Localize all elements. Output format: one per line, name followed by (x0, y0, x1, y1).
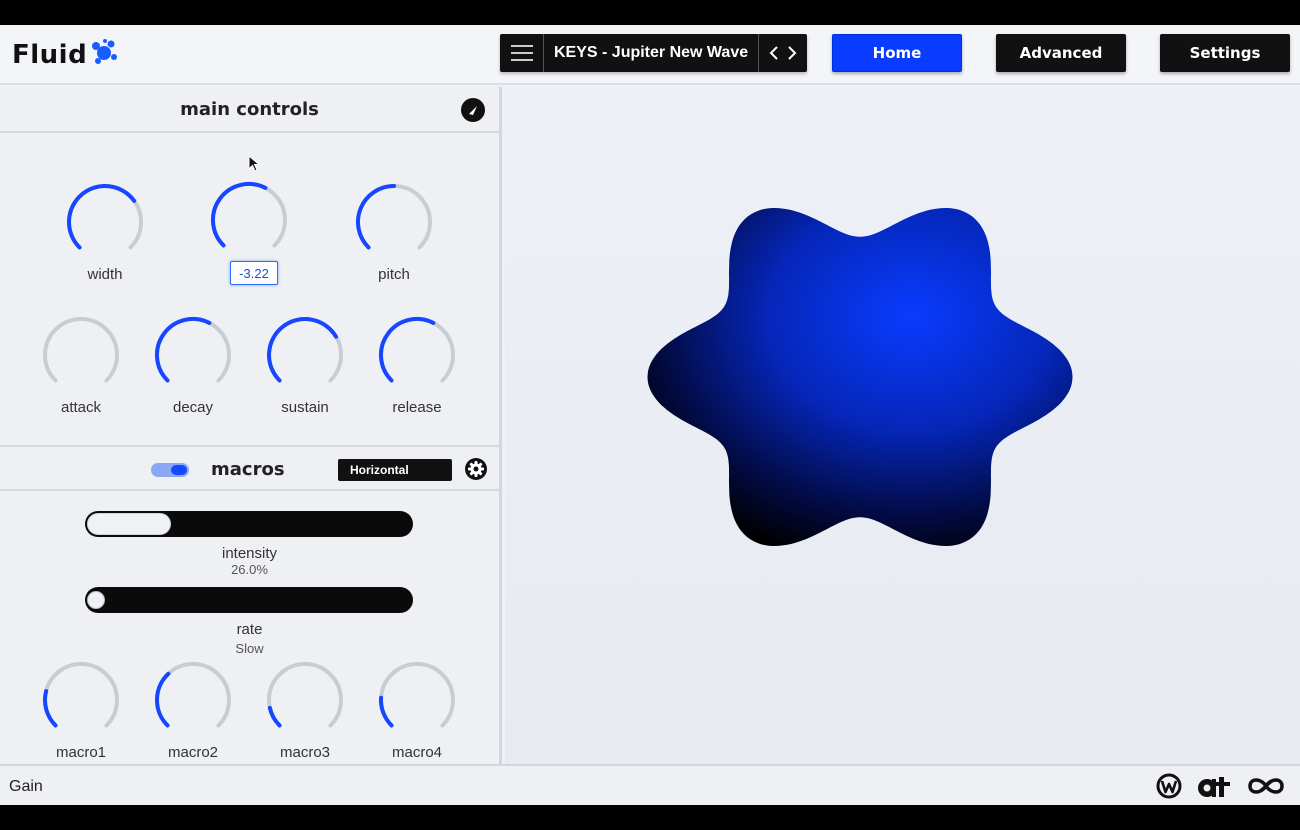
preset-menu-button[interactable] (500, 34, 544, 72)
toggle-thumb (171, 465, 187, 475)
hamburger-icon (510, 45, 533, 61)
knob-label: pitch (378, 266, 410, 283)
chevron-right-icon (788, 46, 797, 60)
knob-dial[interactable] (375, 315, 459, 399)
knob-label: sustain (281, 399, 329, 416)
knob-dial[interactable] (352, 182, 436, 266)
advanced-button[interactable]: Advanced (996, 34, 1126, 72)
main-controls-title: main controls (180, 98, 319, 120)
previous-preset-button[interactable] (765, 34, 783, 72)
knob-value-arc (210, 182, 268, 248)
mouse-cursor-icon (248, 155, 260, 172)
orientation-select[interactable]: Horizontal (338, 459, 452, 481)
plugin-window: Fluid KEYS - Jupiter New Wave Home Advan… (0, 25, 1300, 805)
main-controls-header: main controls (0, 87, 499, 133)
knob-value-arc (267, 705, 282, 728)
macro-knob[interactable]: macro1 (36, 660, 126, 770)
next-preset-button[interactable] (783, 34, 801, 72)
rate-handle[interactable] (87, 591, 105, 609)
knob-dial[interactable] (263, 660, 347, 744)
knob-track (43, 662, 119, 728)
macros-header: macros Horizontal (0, 445, 499, 491)
intensity-fill (87, 513, 172, 535)
knob-value-arc (379, 695, 394, 728)
knob-label: macro3 (279, 744, 331, 761)
knob-value-arc (154, 317, 212, 383)
rate-label: rate (236, 621, 263, 638)
logo-text: Fluid (12, 39, 88, 70)
knob-value-arc (378, 317, 436, 383)
gear-icon[interactable] (465, 458, 487, 480)
main-knob[interactable]: decay (148, 315, 238, 425)
compass-icon (469, 106, 477, 115)
preset-name[interactable]: KEYS - Jupiter New Wave (544, 34, 760, 72)
intensity-value: 26.0% (231, 562, 268, 577)
settings-button[interactable]: Settings (1160, 34, 1290, 72)
knob-dial[interactable] (207, 180, 291, 264)
main-knob[interactable]: attack (36, 315, 126, 425)
home-button[interactable]: Home (832, 34, 962, 72)
at-logo-icon[interactable] (1198, 773, 1232, 799)
knob-label: attack (60, 399, 102, 416)
knob-dial[interactable] (63, 182, 147, 266)
knob-dial[interactable] (375, 660, 459, 744)
knob-label: macro2 (167, 744, 219, 761)
knob-dial[interactable] (151, 315, 235, 399)
gain-label: Gain (9, 778, 43, 795)
knob-value-arc (267, 317, 338, 383)
intensity-label: intensity (221, 545, 278, 562)
main-knob[interactable]: sustain (260, 315, 350, 425)
infinity-logo-icon[interactable] (1246, 773, 1286, 799)
intensity-slider[interactable] (85, 511, 413, 537)
knob-value-readout[interactable]: -3.22 (230, 261, 278, 285)
macro-knob[interactable]: macro4 (372, 660, 462, 770)
bottom-bar: Gain (0, 764, 1300, 805)
knob-label: macro1 (55, 744, 107, 761)
preset-nav (759, 34, 807, 72)
fluid-blob (647, 208, 1073, 546)
knob-value-arc (67, 184, 137, 250)
knob-dial[interactable] (39, 315, 123, 399)
knob-label: release (392, 399, 442, 416)
logo: Fluid (12, 37, 119, 72)
top-bar: Fluid KEYS - Jupiter New Wave Home Advan… (0, 25, 1300, 85)
blob-visualizer (505, 87, 1300, 764)
main-knob[interactable]: width (60, 182, 150, 292)
splash-logo-icon (89, 37, 119, 72)
waves-logo-icon[interactable] (1156, 773, 1182, 799)
knob-label: width (87, 266, 123, 283)
randomize-button[interactable] (461, 98, 485, 122)
main-knob[interactable]: pitch (349, 182, 439, 292)
knob-value-arc (356, 184, 396, 250)
knob-label: macro4 (391, 744, 443, 761)
knob-dial[interactable] (39, 660, 123, 744)
macros-toggle[interactable] (151, 463, 189, 477)
knob-value-arc (155, 671, 171, 728)
macros-title: macros (211, 459, 285, 480)
knob-dial[interactable] (151, 660, 235, 744)
chevron-left-icon (769, 46, 778, 60)
knob-track (379, 662, 455, 728)
preset-selector: KEYS - Jupiter New Wave (500, 34, 808, 72)
macro-knob[interactable]: macro2 (148, 660, 238, 770)
knob-label: decay (172, 399, 214, 416)
knob-track (267, 662, 343, 728)
knob-dial[interactable] (263, 315, 347, 399)
main-knob[interactable]: release (372, 315, 462, 425)
rate-value: Slow (235, 641, 264, 656)
controls-panel: main controls width pitch attack decay susta… (0, 87, 502, 764)
knob-track (43, 317, 119, 383)
knob-value-arc (43, 689, 58, 728)
macro-knob[interactable]: macro3 (260, 660, 350, 770)
rate-slider[interactable] (85, 587, 413, 613)
